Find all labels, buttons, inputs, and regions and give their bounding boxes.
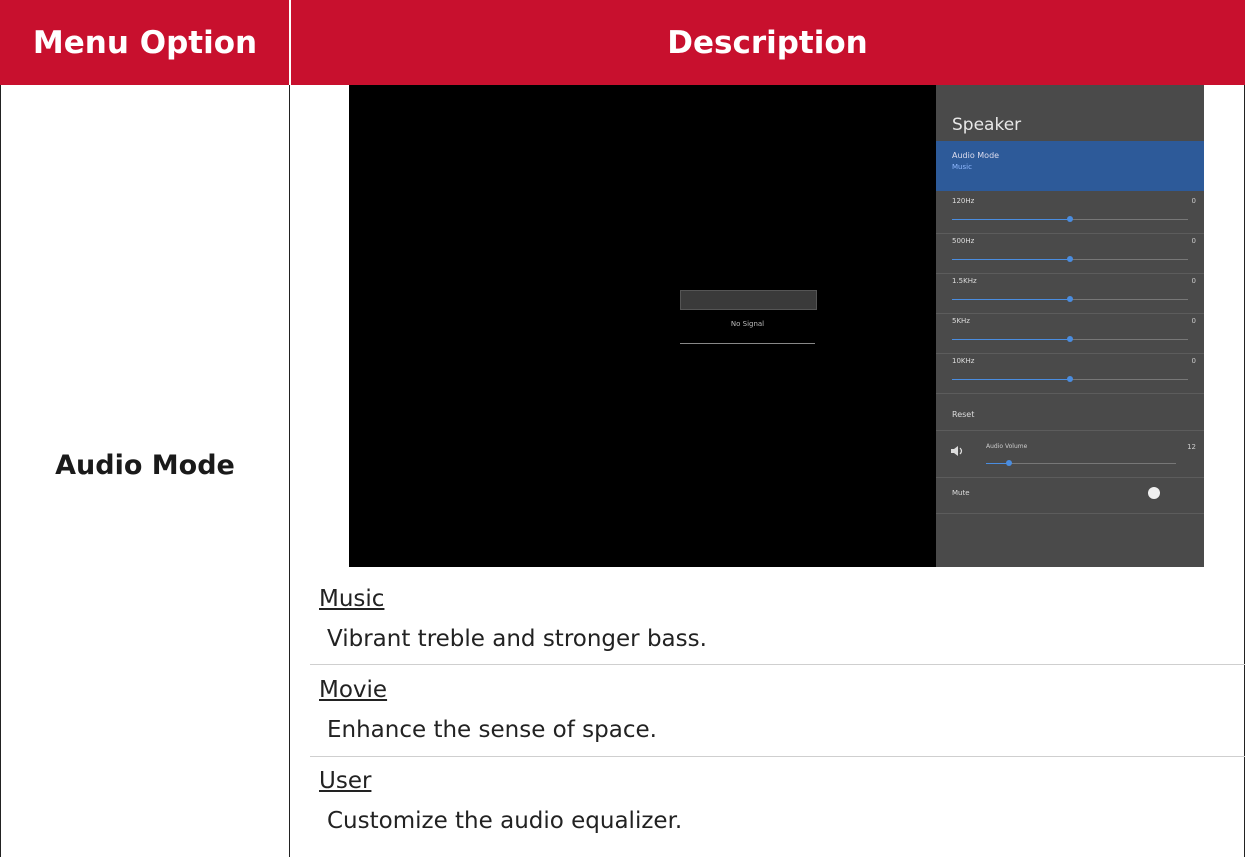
reset-button[interactable]: Reset [952,410,974,419]
eq-band-slider[interactable] [952,336,1188,342]
eq-band-label: 1.5KHz [952,277,977,285]
eq-band-label: 120Hz [952,197,975,205]
eq-band-knob[interactable] [1067,336,1073,342]
eq-band-value: 0 [1191,237,1196,245]
header-menu-option: Menu Option [32,24,258,61]
header-description: Description [667,24,868,61]
eq-band: 120Hz 0 [936,197,1204,237]
mode-movie-title: Movie [319,677,388,703]
eq-band-value: 0 [1191,277,1196,285]
divider [936,430,1204,431]
speaker-title: Speaker [952,115,1022,135]
divider [936,313,1204,314]
eq-band-knob[interactable] [1067,296,1073,302]
divider [936,513,1204,514]
audio-volume-value: 12 [1187,443,1196,451]
eq-band: 500Hz 0 [936,237,1204,277]
eq-band-fill [952,219,1070,220]
eq-band-slider[interactable] [952,256,1188,262]
eq-band-slider[interactable] [952,376,1188,382]
settings-table: Menu Option Description Audio Mode No Si… [0,0,1245,857]
mute-label: Mute [952,489,970,497]
speaker-panel: Speaker Audio Mode Music 120Hz 0 500Hz 0 1.5… [936,85,1204,567]
mode-user-title: User [319,768,372,794]
audio-mode-item[interactable]: Audio Mode Music [936,141,1204,191]
eq-band: 5KHz 0 [936,317,1204,357]
mute-toggle[interactable] [1148,487,1170,499]
divider [936,273,1204,274]
eq-band-label: 5KHz [952,317,970,325]
eq-band-slider[interactable] [952,296,1188,302]
divider [936,393,1204,394]
audio-volume-slider[interactable] [986,460,1176,466]
divider [936,477,1204,478]
audio-mode-value: Music [952,163,972,171]
audio-mode-label: Audio Mode [952,151,1000,160]
eq-band-value: 0 [1191,357,1196,365]
speaker-icon [951,446,963,456]
mode-music-desc: Vibrant treble and stronger bass. [327,626,707,652]
eq-band-label: 10KHz [952,357,975,365]
eq-band-knob[interactable] [1067,256,1073,262]
mode-music-title: Music [319,586,385,612]
audio-volume-label: Audio Volume [986,443,1028,450]
eq-band-slider[interactable] [952,216,1188,222]
divider [936,353,1204,354]
separator [310,756,1245,757]
eq-band-knob[interactable] [1067,376,1073,382]
eq-band: 1.5KHz 0 [936,277,1204,317]
separator [310,664,1245,665]
eq-band-fill [952,379,1070,380]
no-signal-bar [680,290,817,310]
toggle-knob [1148,487,1160,499]
option-audio-mode: Audio Mode [55,450,235,481]
eq-band-label: 500Hz [952,237,975,245]
divider [936,233,1204,234]
no-signal-line [680,343,815,344]
eq-band-fill [952,299,1070,300]
mode-user-desc: Customize the audio equalizer. [327,808,683,834]
eq-band-knob[interactable] [1067,216,1073,222]
eq-band-value: 0 [1191,197,1196,205]
eq-band-fill [952,339,1070,340]
eq-band-fill [952,259,1070,260]
no-signal-text: No Signal [730,320,765,328]
eq-band: 10KHz 0 [936,357,1204,397]
volume-knob[interactable] [1005,460,1012,466]
speaker-settings-screenshot: No Signal Speaker Audio Mode Music 120Hz… [349,85,1204,567]
mode-movie-desc: Enhance the sense of space. [327,717,657,743]
table-header: Menu Option Description [0,0,1245,85]
eq-band-value: 0 [1191,317,1196,325]
